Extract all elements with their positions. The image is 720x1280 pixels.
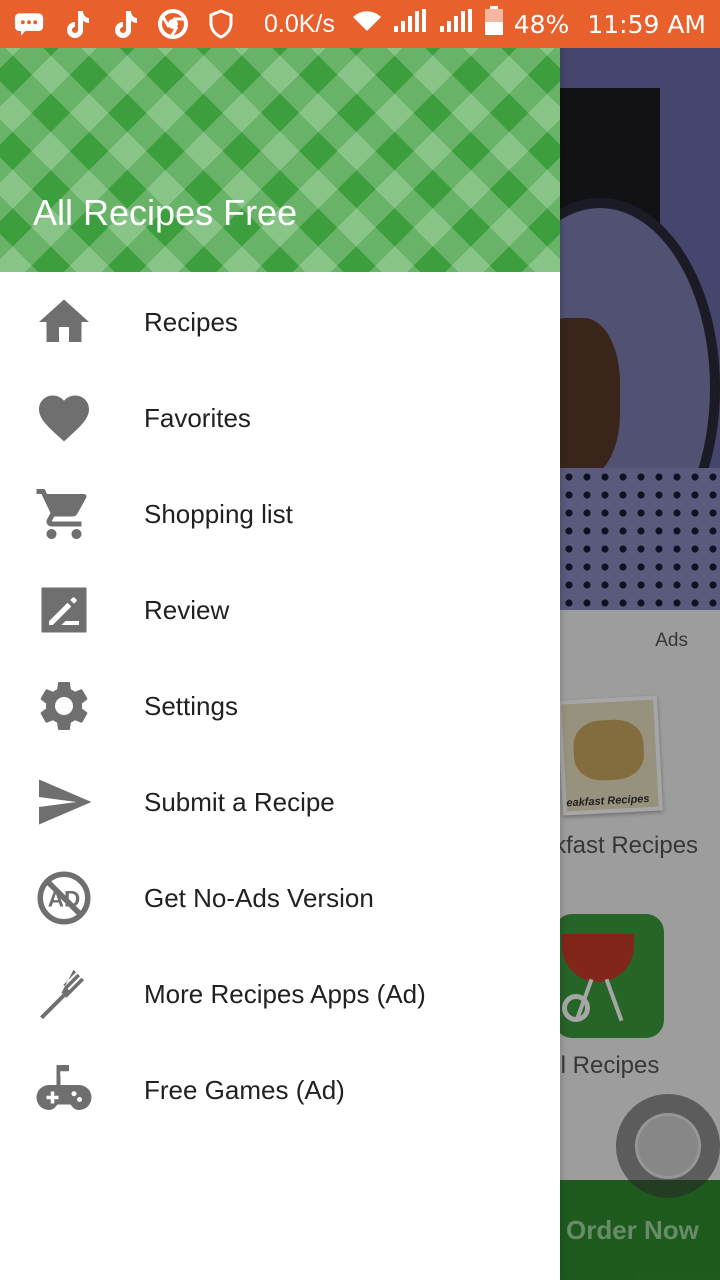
- menu-item-more-apps[interactable]: More Recipes Apps (Ad): [0, 946, 560, 1042]
- send-icon: [32, 770, 96, 834]
- message-icon: [14, 9, 44, 39]
- menu-label: Review: [144, 594, 230, 625]
- drawer-header: All Recipes Free: [0, 48, 560, 272]
- menu-label: Shopping list: [144, 498, 293, 529]
- wifi-icon: [352, 9, 382, 39]
- menu-item-settings[interactable]: Settings: [0, 658, 560, 754]
- gamepad-icon: [32, 1058, 96, 1122]
- menu-item-review[interactable]: Review: [0, 562, 560, 658]
- network-speed: 0.0K/s: [264, 9, 335, 38]
- home-icon: [32, 290, 96, 354]
- signal-icon: [438, 8, 474, 40]
- tiktok-icon: [62, 9, 92, 39]
- menu-label: More Recipes Apps (Ad): [144, 978, 426, 1009]
- cart-icon: [32, 482, 96, 546]
- menu-item-no-ads[interactable]: AD Get No-Ads Version: [0, 850, 560, 946]
- menu-item-favorites[interactable]: Favorites: [0, 370, 560, 466]
- drawer-scrim[interactable]: [560, 48, 720, 1280]
- menu-item-shopping-list[interactable]: Shopping list: [0, 466, 560, 562]
- gear-icon: [32, 674, 96, 738]
- screen: 0.0K/s 48% 11:59 AM Ads eakfast Recipes …: [0, 0, 720, 1280]
- svg-text:AD: AD: [48, 886, 81, 911]
- signal-icon: [392, 8, 428, 40]
- app-title: All Recipes Free: [33, 192, 298, 233]
- fork-icon: [32, 962, 96, 1026]
- chrome-icon: [158, 9, 188, 39]
- menu-label: Favorites: [144, 402, 251, 433]
- menu-label: Free Games (Ad): [144, 1074, 345, 1105]
- heart-icon: [32, 386, 96, 450]
- status-bar: 0.0K/s 48% 11:59 AM: [0, 0, 720, 48]
- no-ads-icon: AD: [32, 866, 96, 930]
- menu-item-free-games[interactable]: Free Games (Ad): [0, 1042, 560, 1138]
- menu-item-recipes[interactable]: Recipes: [0, 274, 560, 370]
- menu-label: Get No-Ads Version: [144, 882, 374, 913]
- edit-icon: [32, 578, 96, 642]
- navigation-drawer: All Recipes Free Recipes Favorites Shopp…: [0, 48, 560, 1280]
- menu-label: Settings: [144, 690, 238, 721]
- background-app: Ads eakfast Recipes kfast Recipes ill Re…: [550, 48, 720, 1280]
- menu-label: Recipes: [144, 306, 238, 337]
- shield-icon: [206, 9, 236, 39]
- menu-item-submit-recipe[interactable]: Submit a Recipe: [0, 754, 560, 850]
- drawer-menu: Recipes Favorites Shopping list Review S…: [0, 272, 560, 1138]
- clock: 11:59 AM: [587, 9, 706, 39]
- tiktok-icon: [110, 9, 140, 39]
- menu-label: Submit a Recipe: [144, 786, 335, 817]
- battery-percent: 48%: [513, 9, 570, 39]
- battery-icon: [484, 6, 504, 42]
